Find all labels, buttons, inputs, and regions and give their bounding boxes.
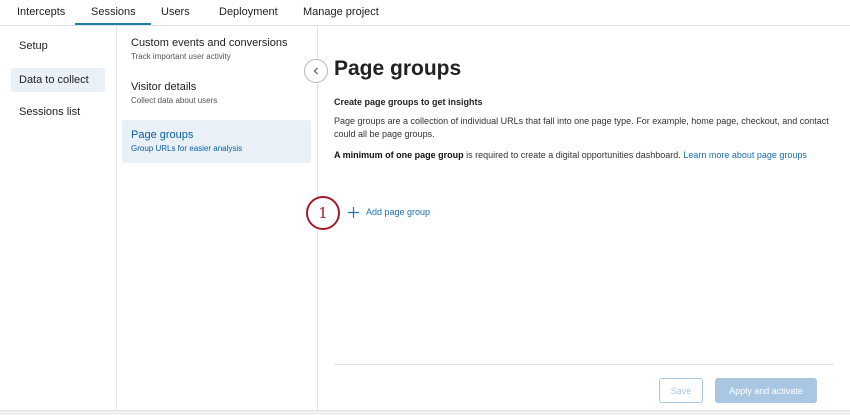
section-item-custom-events[interactable]: Custom events and conversions Track impo… [122,28,311,71]
section-nav: Custom events and conversions Track impo… [117,26,318,410]
sidebar-item-data-to-collect[interactable]: Data to collect [11,68,105,92]
tab-intercepts[interactable]: Intercepts [17,6,65,18]
tab-manage-project[interactable]: Manage project [303,6,379,18]
chevron-left-icon [313,67,318,75]
page-title: Page groups [334,57,462,80]
section-item-subtitle: Collect data about users [131,96,218,105]
section-item-title: Visitor details [131,81,197,93]
sidebar-item-setup[interactable]: Setup [11,34,105,58]
tab-users[interactable]: Users [161,6,190,18]
plus-icon [348,206,359,218]
add-page-group-button[interactable]: Add page group [347,204,430,220]
learn-more-link[interactable]: Learn more about page groups [683,150,807,160]
left-sidebar: Setup Data to collect Sessions list [0,26,117,410]
tab-sessions[interactable]: Sessions [75,6,151,25]
section-subheading: Create page groups to get insights [334,97,483,107]
top-nav: Intercepts Sessions Users Deployment Man… [0,0,850,26]
apply-and-activate-button[interactable]: Apply and activate [715,378,817,403]
section-item-title: Page groups [131,129,194,141]
requirement-paragraph: A minimum of one page group is required … [334,149,832,162]
add-page-group-label: Add page group [366,207,431,217]
footer-divider [334,364,834,365]
collapse-panel-button[interactable] [304,59,328,83]
section-item-page-groups[interactable]: Page groups Group URLs for easier analys… [122,120,311,163]
requirement-emphasis: A minimum of one page group [334,150,464,160]
section-item-subtitle: Track important user activity [131,52,231,61]
save-button[interactable]: Save [659,378,703,403]
description-paragraph: Page groups are a collection of individu… [334,116,829,139]
bottom-edge [0,410,850,415]
section-item-visitor-details[interactable]: Visitor details Collect data about users [122,72,311,115]
step-marker: 1 [306,196,340,230]
tab-deployment[interactable]: Deployment [219,6,278,18]
sidebar-item-sessions-list[interactable]: Sessions list [11,100,105,124]
requirement-text: is required to create a digital opportun… [463,150,684,160]
section-item-subtitle: Group URLs for easier analysis [131,144,243,153]
section-item-title: Custom events and conversions [131,37,288,49]
